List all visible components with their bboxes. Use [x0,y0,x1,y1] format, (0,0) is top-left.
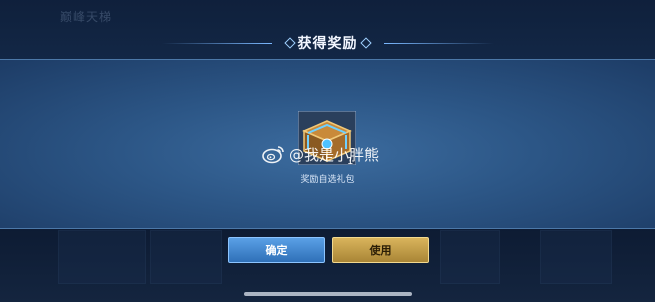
watermark: @我是小胖熊 [261,143,379,165]
title-divider-left [161,42,272,44]
use-button[interactable]: 使用 [332,237,429,263]
watermark-text: @我是小胖熊 [289,145,380,164]
reward-label: 奖励自选礼包 [300,175,355,185]
background-header-title: 巅峰天梯 [60,10,113,24]
background-footer [0,228,655,302]
dialog-header: 获得奖励 [0,28,655,58]
background-card [440,230,500,284]
background-card [58,230,146,284]
weibo-icon [262,146,284,164]
confirm-button[interactable]: 确定 [228,237,325,263]
background-card [540,230,612,284]
title-divider-right [383,42,494,44]
background-card [150,230,222,284]
title-diamond-left-icon [283,37,296,49]
dialog-title: 获得奖励 [297,36,358,52]
title-diamond-right-icon [359,37,372,49]
home-indicator[interactable] [244,292,412,296]
